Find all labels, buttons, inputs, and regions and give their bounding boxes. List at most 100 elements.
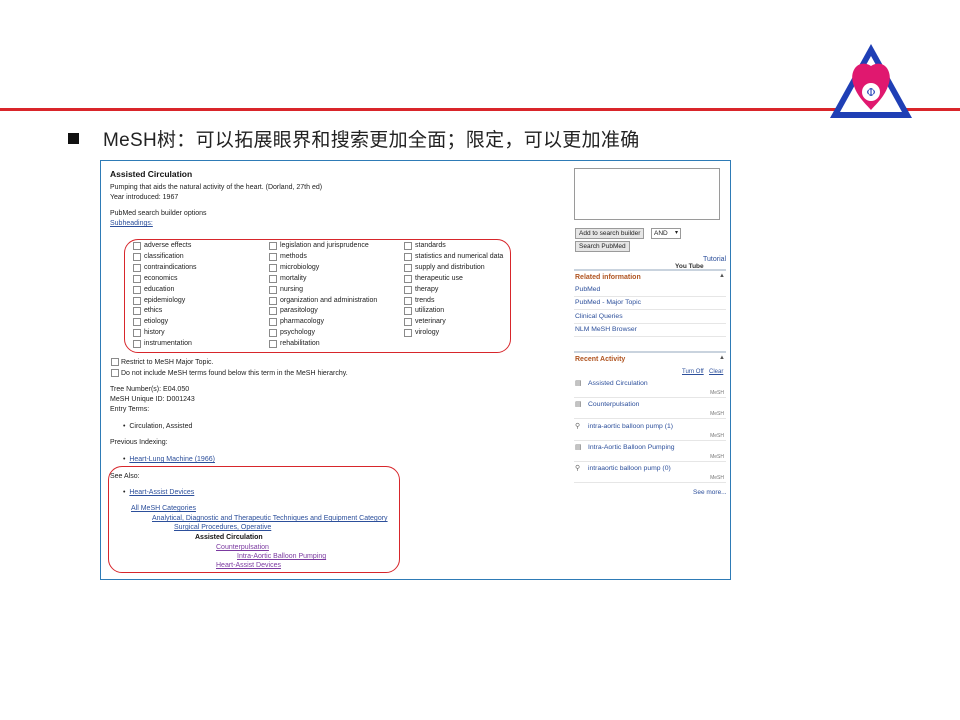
recent-activity-link[interactable]: Assisted Circulation xyxy=(588,380,648,387)
mesh-heading: Assisted Circulation xyxy=(110,169,193,179)
restrict-major-label: Restrict to MeSH Major Topic. xyxy=(121,359,214,366)
recent-activity-link[interactable]: Intra-Aortic Balloon Pumping xyxy=(588,444,675,451)
subheading-checkbox[interactable] xyxy=(269,340,277,349)
subheading-label: therapy xyxy=(415,285,439,293)
search-icon: ⚲ xyxy=(575,422,581,430)
subheading-checkbox[interactable] xyxy=(269,252,277,261)
tree-number: Tree Number(s): E04.050 xyxy=(110,386,190,393)
subheading-label: classification xyxy=(144,252,184,260)
tree-grandchild-link[interactable]: Intra-Aortic Balloon Pumping xyxy=(237,552,326,561)
collapse-icon[interactable]: ▲ xyxy=(719,355,725,361)
tree-child-counterpulsation-link[interactable]: Counterpulsation xyxy=(216,543,269,552)
search-pubmed-button[interactable]: Search PubMed xyxy=(575,241,630,252)
no-explode-checkbox[interactable] xyxy=(111,369,119,377)
subheading-checkbox[interactable] xyxy=(269,242,277,250)
recent-activity-link[interactable]: intra-aortic balloon pump (1) xyxy=(588,423,673,430)
subheading-checkbox[interactable] xyxy=(133,285,141,294)
subheading-checkbox[interactable] xyxy=(269,329,277,338)
recent-activity-link[interactable]: Counterpulsation xyxy=(588,401,639,408)
turn-off-link[interactable]: Turn Off xyxy=(682,368,704,377)
builder-options-label: PubMed search builder options xyxy=(110,210,207,217)
related-link[interactable]: NLM MeSH Browser xyxy=(575,326,637,333)
square-bullet-icon xyxy=(68,132,79,144)
subheading-label: etiology xyxy=(144,318,169,326)
activity-separator xyxy=(574,397,726,398)
collapse-icon[interactable]: ▲ xyxy=(719,273,725,279)
see-more-link[interactable]: See more... xyxy=(693,488,727,497)
no-explode-label: Do not include MeSH terms found below th… xyxy=(121,370,348,377)
chevron-down-icon: ▾ xyxy=(674,230,678,236)
previous-indexing-link[interactable]: Heart-Lung Machine (1966) xyxy=(129,456,215,463)
tree-level1-link[interactable]: Analytical, Diagnostic and Therapeutic T… xyxy=(152,514,388,523)
subheading-checkbox[interactable] xyxy=(269,307,277,316)
subheading-checkbox[interactable] xyxy=(404,263,412,272)
recent-activity-type: MeSH xyxy=(710,411,724,418)
subheading-label: utilization xyxy=(415,307,445,315)
subheading-checkbox[interactable] xyxy=(269,285,277,294)
tree-child-heart-assist-link[interactable]: Heart-Assist Devices xyxy=(216,561,281,570)
tree-level2-link[interactable]: Surgical Procedures, Operative xyxy=(174,523,271,532)
subheading-checkbox[interactable] xyxy=(404,329,412,338)
activity-separator xyxy=(574,482,726,484)
see-also-link[interactable]: Heart-Assist Devices xyxy=(129,489,194,496)
subheading-label: education xyxy=(144,285,175,293)
subheading-checkbox[interactable] xyxy=(269,263,277,272)
document-icon: ▤ xyxy=(575,401,582,409)
recent-activity-header[interactable]: Recent Activity ▲ xyxy=(574,351,726,363)
tutorial-link[interactable]: Tutorial xyxy=(703,255,726,264)
subheading-checkbox[interactable] xyxy=(404,242,412,250)
clear-link[interactable]: Clear xyxy=(709,368,723,377)
subheading-label: therapeutic use xyxy=(415,274,463,282)
search-icon: ⚲ xyxy=(575,465,581,473)
entry-terms-label: Entry Terms: xyxy=(110,406,150,413)
subheading-checkbox[interactable] xyxy=(404,307,412,316)
tree-root-link[interactable]: All MeSH Categories xyxy=(131,504,196,513)
svg-text:Φ: Φ xyxy=(866,86,875,99)
subheading-label: organization and administration xyxy=(280,296,378,304)
related-separator xyxy=(574,296,726,297)
add-to-search-builder-button[interactable]: Add to search builder xyxy=(575,228,645,239)
subheading-checkbox[interactable] xyxy=(269,274,277,283)
subheading-checkbox[interactable] xyxy=(133,263,141,272)
related-link[interactable]: Clinical Queries xyxy=(575,313,623,320)
subheading-checkbox[interactable] xyxy=(269,296,277,305)
slide-title: MeSH树：可以拓展眼界和搜索更加全面；限定，可以更加准确 xyxy=(68,124,640,152)
subheading-label: adverse effects xyxy=(144,242,192,249)
subheading-label: psychology xyxy=(280,329,316,337)
subheading-checkbox[interactable] xyxy=(404,274,412,283)
restrict-major-checkbox[interactable] xyxy=(111,358,119,366)
related-link[interactable]: PubMed - Major Topic xyxy=(575,299,641,306)
document-icon: ▤ xyxy=(575,443,582,451)
subheading-checkbox[interactable] xyxy=(404,296,412,305)
related-information-header[interactable]: Related information ▲ xyxy=(574,269,726,281)
subheading-label: legislation and jurisprudence xyxy=(280,242,369,249)
subheading-checkbox[interactable] xyxy=(404,285,412,294)
subheading-label: nursing xyxy=(280,285,303,293)
operator-select[interactable]: AND ▾ xyxy=(651,228,681,239)
document-icon: ▤ xyxy=(575,380,582,387)
search-builder-textarea[interactable] xyxy=(574,168,720,220)
subheading-checkbox[interactable] xyxy=(404,318,412,327)
subheading-checkbox[interactable] xyxy=(133,252,141,261)
related-link[interactable]: PubMed xyxy=(575,286,600,293)
subheading-label: veterinary xyxy=(415,318,446,326)
subheading-label: epidemiology xyxy=(144,296,186,304)
subheading-checkbox[interactable] xyxy=(404,252,412,261)
subheading-checkbox[interactable] xyxy=(133,329,141,338)
subheading-checkbox[interactable] xyxy=(269,318,277,327)
recent-activity-type: MeSH xyxy=(710,453,724,460)
subheading-label: ethics xyxy=(144,307,163,315)
subheading-label: pharmacology xyxy=(280,318,324,326)
subheading-checkbox[interactable] xyxy=(133,242,141,250)
subheadings-link[interactable]: Subheadings: xyxy=(110,219,153,228)
previous-indexing-label: Previous Indexing: xyxy=(110,439,168,446)
subheading-checkbox[interactable] xyxy=(133,296,141,305)
title-divider-line xyxy=(0,108,960,111)
recent-activity-link[interactable]: intraaortic balloon pump (0) xyxy=(588,465,671,472)
subheading-checkbox[interactable] xyxy=(133,307,141,316)
subheading-checkbox[interactable] xyxy=(133,318,141,327)
subheading-checkbox[interactable] xyxy=(133,274,141,283)
unique-id: MeSH Unique ID: D001243 xyxy=(110,396,195,403)
subheading-label: instrumentation xyxy=(144,340,192,348)
subheading-checkbox[interactable] xyxy=(133,340,141,349)
